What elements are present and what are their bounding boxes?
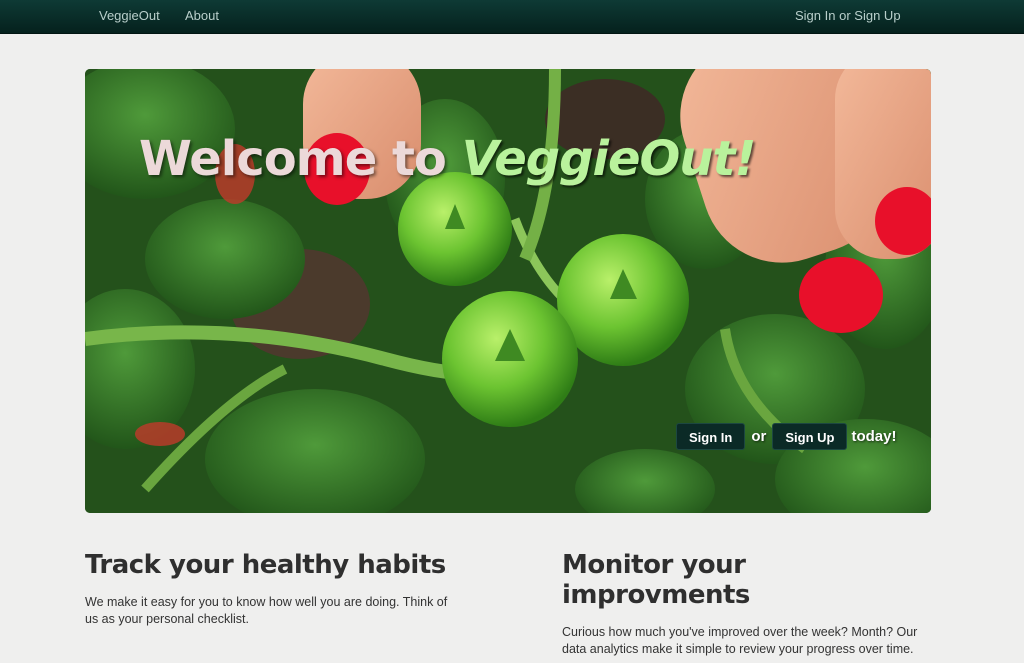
feature-heading: Monitor your improvments bbox=[562, 550, 750, 610]
hero-sign-in-button[interactable]: Sign In bbox=[676, 423, 746, 450]
feature-monitor-improvements: Monitor your improvments Curious how muc… bbox=[562, 550, 932, 658]
feature-track-habits: Track your healthy habits We make it eas… bbox=[85, 550, 455, 628]
feature-heading: Track your healthy habits bbox=[85, 550, 446, 580]
hero-cta: Sign In or Sign Up today! bbox=[676, 423, 896, 450]
nav-sign-in-link[interactable]: Sign In bbox=[795, 8, 835, 23]
about-link[interactable]: About bbox=[185, 8, 219, 23]
nav-auth-links: Sign In or Sign Up bbox=[795, 8, 901, 23]
feature-body: Curious how much you've improved over th… bbox=[562, 625, 918, 656]
nav-sign-up-link[interactable]: Sign Up bbox=[854, 8, 900, 23]
nav-or-text: or bbox=[839, 8, 851, 23]
hero-today-text: today! bbox=[851, 428, 897, 445]
hero-sign-up-button[interactable]: Sign Up bbox=[772, 423, 848, 450]
brand-link[interactable]: VeggieOut bbox=[99, 8, 160, 23]
top-navbar: VeggieOut About Sign In or Sign Up bbox=[0, 0, 1024, 34]
hero-title: Welcome to VeggieOut! bbox=[139, 131, 757, 187]
hero-banner: Welcome to VeggieOut! Sign In or Sign Up… bbox=[85, 69, 931, 513]
hero-or-text: or bbox=[751, 428, 767, 445]
feature-body: We make it easy for you to know how well… bbox=[85, 595, 448, 626]
hero-title-brand: VeggieOut! bbox=[461, 131, 757, 187]
hero-title-prefix: Welcome to bbox=[139, 131, 447, 187]
